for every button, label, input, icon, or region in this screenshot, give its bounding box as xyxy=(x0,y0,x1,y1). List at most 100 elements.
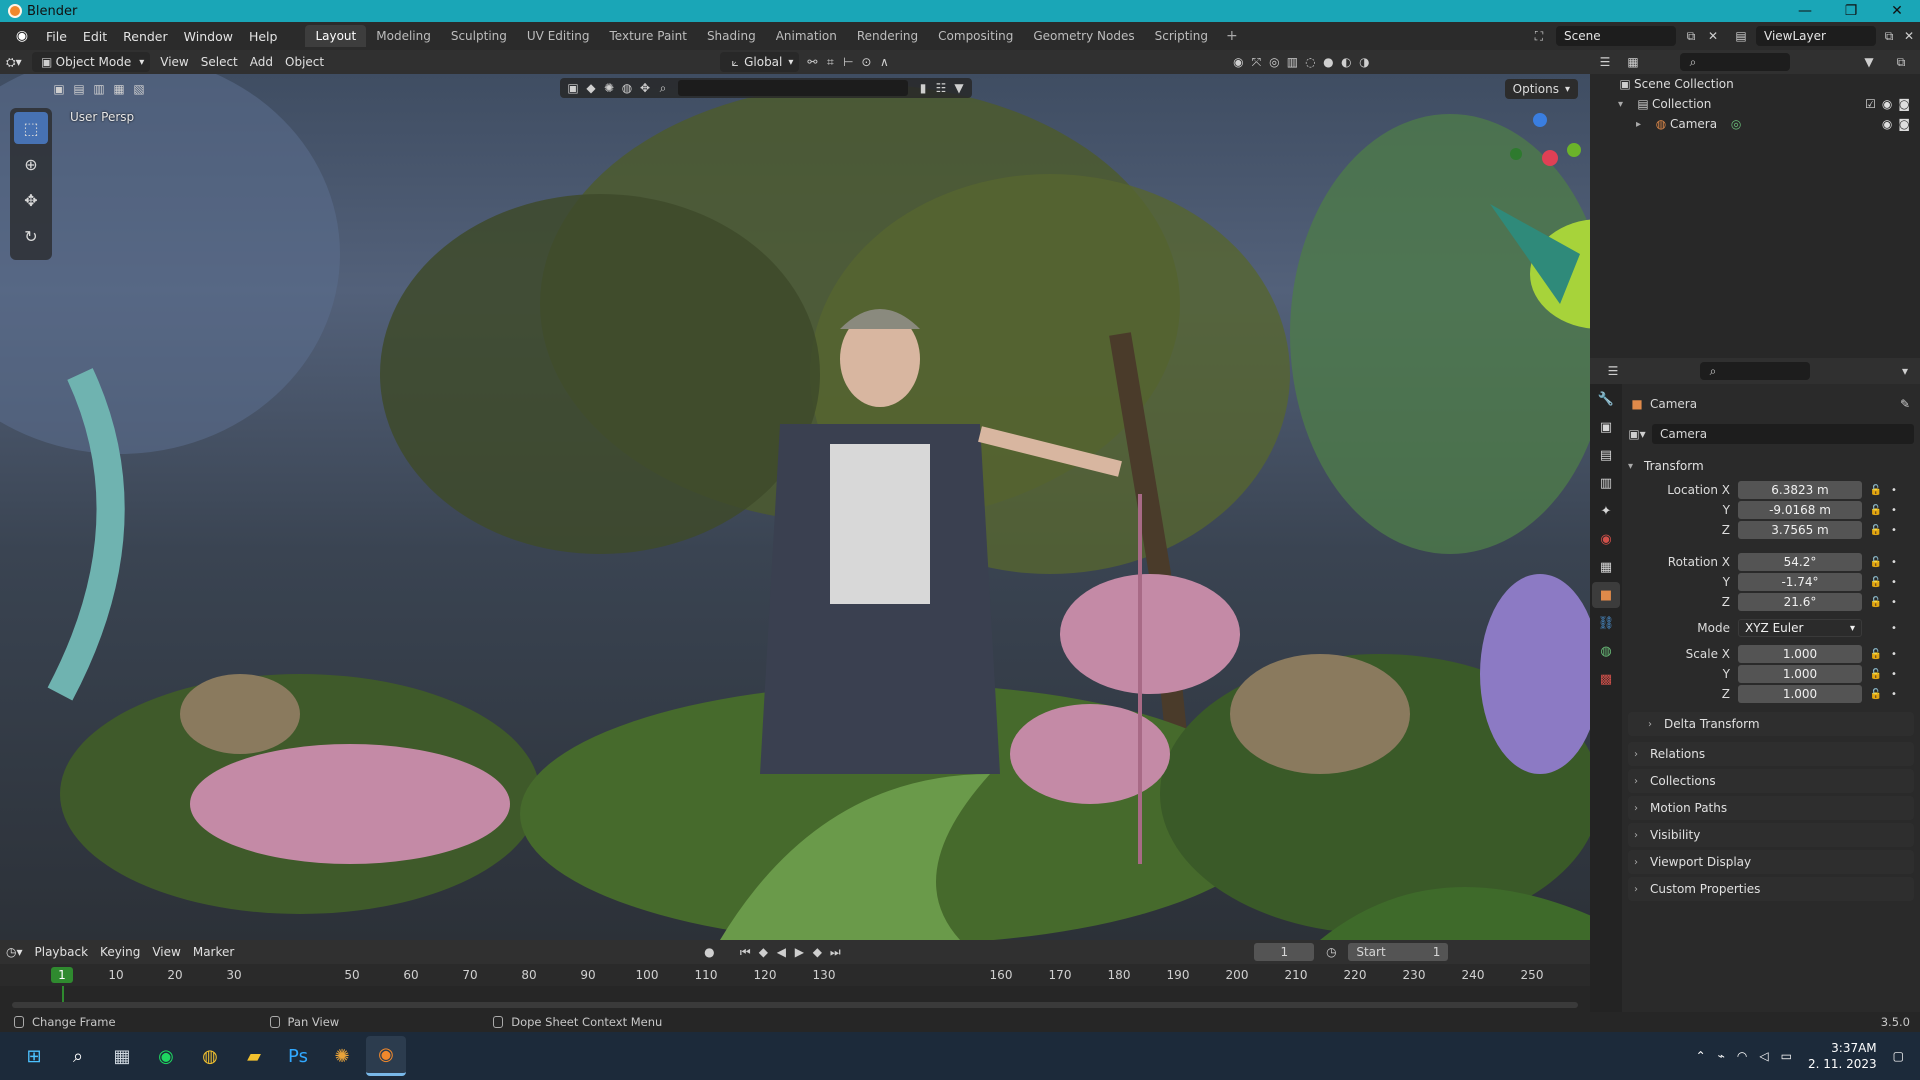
tab-geometry-nodes[interactable]: Geometry Nodes xyxy=(1023,25,1144,47)
collection-tab-icon[interactable]: ▦ xyxy=(1592,554,1620,580)
material-shading-icon[interactable]: ◐ xyxy=(1337,53,1355,71)
menu-keying[interactable]: Keying xyxy=(94,942,146,962)
scale-y-field[interactable]: 1.000 xyxy=(1738,665,1862,683)
lock-icon[interactable]: 🔓 xyxy=(1868,485,1884,496)
minimize-button[interactable]: — xyxy=(1782,0,1828,22)
xray-icon[interactable]: ▥ xyxy=(1283,53,1301,71)
scene-tab-icon[interactable]: ✦ xyxy=(1592,498,1620,524)
lock-icon[interactable]: 🔓 xyxy=(1868,577,1884,588)
proportional-edit-icon[interactable]: ⊙ xyxy=(857,53,875,71)
move-tool-icon[interactable]: ✥ xyxy=(14,184,48,216)
search-icon[interactable]: ⌕ xyxy=(654,79,672,97)
select-new-icon[interactable]: ▣ xyxy=(50,80,68,98)
world-tab-icon[interactable]: ◉ xyxy=(1592,526,1620,552)
menu-marker[interactable]: Marker xyxy=(187,942,240,962)
menu-timeline-view[interactable]: View xyxy=(146,942,186,962)
rotation-x-field[interactable]: 54.2° xyxy=(1738,553,1862,571)
delete-view-layer-icon[interactable]: ✕ xyxy=(1900,27,1918,45)
select-box-tool-icon[interactable]: ⬚ xyxy=(14,112,48,144)
gizmo-z-axis[interactable] xyxy=(1533,113,1547,127)
view-layer-icon[interactable]: ▤ xyxy=(1732,27,1750,45)
tray-app-icon[interactable]: ⌁ xyxy=(1718,1049,1725,1063)
properties-editor-type-icon[interactable]: ☰ xyxy=(1604,362,1622,380)
gizmo-x-axis[interactable] xyxy=(1542,150,1558,166)
tab-rendering[interactable]: Rendering xyxy=(847,25,928,47)
tab-compositing[interactable]: Compositing xyxy=(928,25,1023,47)
render-camera-icon[interactable]: ◙ xyxy=(1898,117,1910,131)
volume-icon[interactable]: ◁ xyxy=(1759,1049,1768,1063)
spotify-icon[interactable]: ◉ xyxy=(146,1036,186,1076)
outliner-row-collection[interactable]: ▾ ▤ Collection ☑ ◉ ◙ xyxy=(1590,94,1920,114)
lock-icon[interactable]: 🔓 xyxy=(1868,689,1884,700)
gizmo-neg-y-axis[interactable] xyxy=(1510,148,1522,160)
tab-sculpting[interactable]: Sculpting xyxy=(441,25,517,47)
constraints-tab-icon[interactable]: ⛓ xyxy=(1592,610,1620,636)
bookmark-icon[interactable]: ▮ xyxy=(914,79,932,97)
menu-file[interactable]: File xyxy=(38,29,75,44)
outliner-row-scene-collection[interactable]: ▣ Scene Collection xyxy=(1590,74,1920,94)
add-workspace-button[interactable]: + xyxy=(1218,28,1246,44)
empty-icon[interactable]: ✥ xyxy=(636,79,654,97)
jump-end-icon[interactable]: ⏭ xyxy=(826,943,844,961)
delete-scene-icon[interactable]: ✕ xyxy=(1704,27,1722,45)
display-mode-icon[interactable]: ▦ xyxy=(1624,53,1642,71)
display-mode-icon[interactable]: ☷ xyxy=(932,79,950,97)
timeline-scrollbar[interactable] xyxy=(12,1002,1578,1008)
pivot-icon[interactable]: ⚯ xyxy=(803,53,821,71)
scale-z-field[interactable]: 1.000 xyxy=(1738,685,1862,703)
gizmo-icon[interactable]: ⤧ xyxy=(1247,53,1265,71)
new-collection-icon[interactable]: ⧉ xyxy=(1892,53,1910,71)
battery-icon[interactable]: ▭ xyxy=(1781,1049,1792,1063)
search-icon[interactable]: ⌕ xyxy=(58,1036,98,1076)
menu-playback[interactable]: Playback xyxy=(29,942,95,962)
location-y-field[interactable]: -9.0168 m xyxy=(1738,501,1862,519)
panel-custom-properties[interactable]: › Custom Properties xyxy=(1628,877,1914,901)
menu-select[interactable]: Select xyxy=(195,52,244,72)
select-invert-icon[interactable]: ▦ xyxy=(110,80,128,98)
scene-icon[interactable]: ⛶ xyxy=(1530,27,1548,45)
keyframe-dot-icon[interactable]: • xyxy=(1888,623,1900,634)
snap-icon[interactable]: ⌗ xyxy=(821,53,839,71)
render-camera-icon[interactable]: ◙ xyxy=(1898,97,1910,111)
record-icon[interactable]: ● xyxy=(700,943,718,961)
current-frame-field[interactable]: 1 xyxy=(1254,943,1315,961)
texture-tab-icon[interactable]: ▩ xyxy=(1592,666,1620,692)
object-mode-dropdown[interactable]: ▣ Object Mode ▾ xyxy=(31,52,151,72)
editor-type-icon[interactable]: ⛭▾ xyxy=(0,52,28,72)
filter-icon[interactable]: ▼ xyxy=(1860,53,1878,71)
menu-object[interactable]: Object xyxy=(279,52,330,72)
lock-icon[interactable]: 🔓 xyxy=(1868,525,1884,536)
data-block-icon[interactable]: ▣▾ xyxy=(1628,425,1646,443)
keyframe-dot-icon[interactable]: • xyxy=(1888,557,1900,568)
tab-shading[interactable]: Shading xyxy=(697,25,766,47)
solid-shading-icon[interactable]: ● xyxy=(1319,53,1337,71)
play-icon[interactable]: ▶ xyxy=(790,943,808,961)
start-frame-field[interactable]: Start 1 xyxy=(1348,943,1449,961)
start-icon[interactable]: ⊞ xyxy=(14,1036,54,1076)
filter-icon[interactable]: ▼ xyxy=(950,79,968,97)
chevron-right-icon[interactable]: ▸ xyxy=(1636,119,1646,130)
tab-uv-editing[interactable]: UV Editing xyxy=(517,25,600,47)
notification-icon[interactable]: ▢ xyxy=(1893,1049,1904,1063)
current-frame-marker[interactable]: 1 xyxy=(51,967,73,983)
rotation-z-field[interactable]: 21.6° xyxy=(1738,593,1862,611)
chevron-down-icon[interactable]: ▾ xyxy=(1896,362,1914,380)
new-view-layer-icon[interactable]: ⧉ xyxy=(1880,27,1898,45)
gizmo-y-axis[interactable] xyxy=(1567,143,1581,157)
tray-chevron-up-icon[interactable]: ⌃ xyxy=(1696,1049,1706,1063)
tab-layout[interactable]: Layout xyxy=(305,25,367,47)
wifi-icon[interactable]: ◠ xyxy=(1737,1049,1747,1063)
next-keyframe-icon[interactable]: ◆ xyxy=(808,943,826,961)
keyframe-dot-icon[interactable]: • xyxy=(1888,597,1900,608)
scale-x-field[interactable]: 1.000 xyxy=(1738,645,1862,663)
location-z-field[interactable]: 3.7565 m xyxy=(1738,521,1862,539)
view-layer-selector[interactable]: ViewLayer xyxy=(1756,26,1876,46)
play-reverse-icon[interactable]: ◀ xyxy=(772,943,790,961)
tool-tab-icon[interactable]: 🔧 xyxy=(1592,386,1620,412)
menu-render[interactable]: Render xyxy=(115,29,176,44)
rotate-tool-icon[interactable]: ↻ xyxy=(14,220,48,252)
view-layer-tab-icon[interactable]: ▥ xyxy=(1592,470,1620,496)
select-intersect-icon[interactable]: ▧ xyxy=(130,80,148,98)
close-button[interactable]: ✕ xyxy=(1874,0,1920,22)
overlays-icon[interactable]: ◎ xyxy=(1265,53,1283,71)
